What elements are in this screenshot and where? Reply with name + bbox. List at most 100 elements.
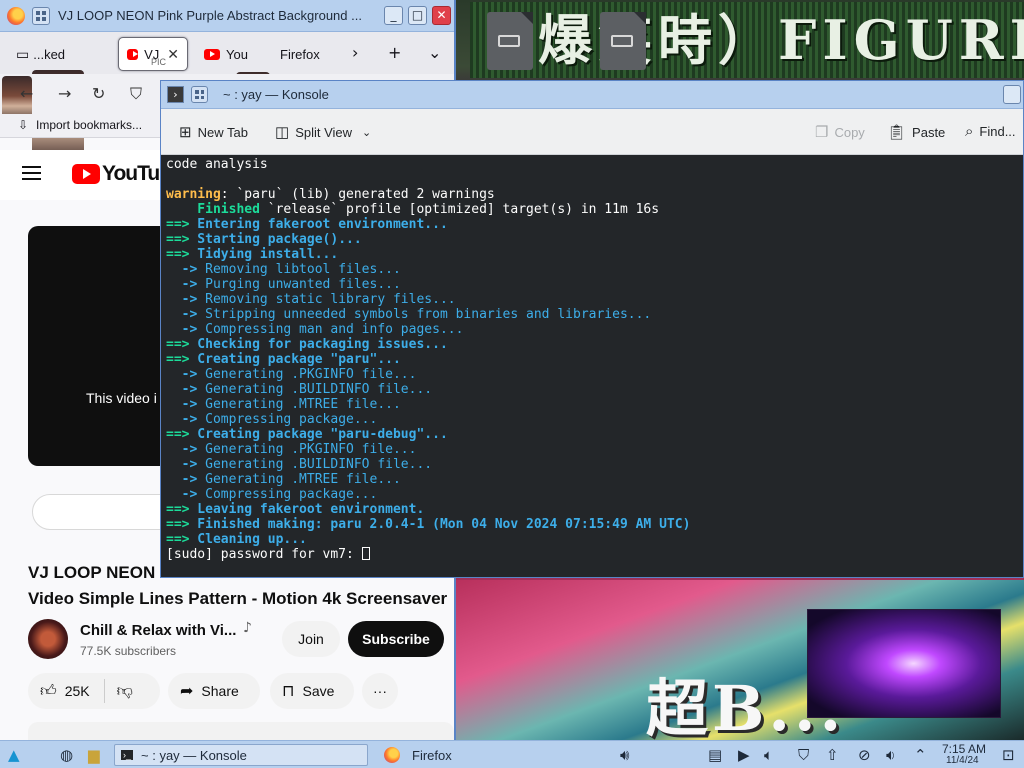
show-desktop-icon[interactable]: ⊡ [1002,746,1015,764]
konsole-toolbar: ⊞ New Tab ◫ Split View ⌄ ❐ Copy 📋︎ Paste… [161,109,1023,155]
text-cursor [361,547,370,560]
join-button[interactable]: Join [282,621,340,657]
save-button[interactable]: ⊓ Save [270,673,354,709]
tab-bar: ▭ ...ked VJ PIC ✕ You Firefox › + ⌄ [0,32,454,168]
taskbar-firefox[interactable]: Firefox [384,744,452,766]
clock-date[interactable]: 11/4/24 [946,755,979,766]
terminal-text: ==> [166,247,190,262]
konsole-app-icon[interactable]: › [167,86,184,103]
maximize-button[interactable]: □ [408,6,427,25]
tab-youtube-active[interactable]: VJ PIC ✕ [118,37,188,71]
audio-playing-icon[interactable]: 🔊︎ [620,746,629,764]
find-button[interactable]: ⌕ Find... [965,123,1016,140]
import-bookmarks-link[interactable]: Import bookmarks... [36,118,142,132]
picture-in-picture-video[interactable] [807,609,1001,718]
window-menu-icon[interactable] [32,6,50,25]
terminal-text: -> [166,472,198,487]
paste-label: Paste [912,124,946,140]
minimize-button[interactable] [1003,85,1021,104]
paste-button[interactable]: 📋︎ Paste [887,123,945,141]
back-icon[interactable]: ← [20,84,33,103]
terminal-line: ==> Leaving fakeroot environment. [166,502,1023,517]
more-actions-button[interactable]: ··· [362,673,398,709]
terminal-text: -> [166,382,198,397]
terminal-prompt[interactable]: [sudo] password for vm7: [166,547,1023,562]
terminal-line: ==> Finished making: paru 2.0.4-1 (Mon 0… [166,517,1023,532]
firefox-titlebar[interactable]: VJ LOOP NEON Pink Purple Abstract Backgr… [0,0,454,32]
shield-icon[interactable]: ⛉ [130,84,142,104]
terminal-text: -> [166,412,198,427]
reload-icon[interactable]: ↻ [92,84,105,103]
window-menu-icon[interactable] [191,86,208,103]
konsole-titlebar[interactable]: › ~ : yay — Konsole [161,81,1023,109]
updates-icon[interactable]: ⇧ [826,746,839,764]
terminal-line: ==> Cleaning up... [166,532,1023,547]
tab-close-icon[interactable]: ✕ [167,46,179,63]
minimize-button[interactable]: _ [384,6,403,25]
konsole-window-title: ~ : yay — Konsole [223,87,329,102]
desktop-file-icon[interactable] [600,12,646,70]
clock-time[interactable]: 7:15 AM [942,742,986,756]
globe-icon[interactable]: ◍ [60,746,73,764]
tab-youtube[interactable]: You [196,37,256,71]
terminal-text: Cleaning up... [189,532,307,547]
close-button[interactable]: ✕ [432,6,451,25]
channel-name[interactable]: Chill & Relax with Vi... [80,622,236,639]
new-tab-button[interactable]: ⊞ New Tab [179,123,248,141]
subscribe-button[interactable]: Subscribe [348,621,444,657]
description-box[interactable] [28,722,454,740]
desktop-video-banner: （爆笑時）FIGURE [470,2,1024,78]
terminal-line: -> Removing static library files... [166,292,1023,307]
terminal-text: Compressing package... [197,412,378,427]
new-tab-icon[interactable]: + [388,43,401,62]
terminal-text: Creating package "paru"... [189,352,401,367]
terminal-output[interactable]: code analysis warning: `paru` (lib) gene… [161,156,1023,577]
paste-icon: 📋︎ [887,124,907,141]
like-count[interactable]: 25K [65,683,90,699]
terminal-line: Finished `release` profile [optimized] t… [166,202,1023,217]
tab-bookmarks[interactable]: ▭ ...ked [8,37,73,71]
more-icon: ··· [373,683,387,699]
terminal-text: -> [166,262,198,277]
tab-firefox[interactable]: Firefox [272,37,328,71]
terminal-line: -> Compressing man and info pages... [166,322,1023,337]
terminal-line: -> Compressing package... [166,487,1023,502]
dislike-icon[interactable]: 👎︎ [117,682,133,701]
clipboard-icon[interactable]: ▤ [708,746,722,764]
like-icon[interactable]: 👍︎ [40,682,57,701]
media-play-icon[interactable]: ▶ [738,746,750,764]
terminal-text: Stripping unneeded symbols from binaries… [197,307,652,322]
terminal-line: -> Generating .BUILDINFO file... [166,382,1023,397]
taskbar-konsole[interactable]: ›_ ~ : yay — Konsole [114,744,368,766]
hamburger-menu-icon[interactable] [22,166,41,180]
channel-avatar[interactable] [28,619,68,659]
tab-label: ...ked [33,46,66,62]
desktop-file-icon[interactable] [487,12,533,70]
terminal-text: ==> [166,232,190,247]
share-button[interactable]: ➦ Share [168,673,260,709]
firefox-window-title: VJ LOOP NEON Pink Purple Abstract Backgr… [58,8,362,23]
terminal-text: ==> [166,517,190,532]
terminal-text: Entering fakeroot environment... [189,217,448,232]
volume-icon[interactable]: 🔈︎ [764,746,773,764]
split-view-button[interactable]: ◫ Split View ⌄ [275,123,371,141]
forward-icon[interactable]: → [58,84,71,103]
bookmark-icon: ⊓ [282,683,295,700]
terminal-text: Checking for packaging issues... [189,337,448,352]
youtube-logo-icon[interactable] [72,164,100,184]
tab-list-icon[interactable]: ⌄ [428,43,441,62]
app-launcher-icon[interactable]: ▲ [8,746,20,764]
shield-icon[interactable]: ⛉ [798,746,809,764]
speaker-icon[interactable]: 🔉︎ [886,746,895,764]
terminal-text: -> [166,487,198,502]
terminal-text: Purging unwanted files... [197,277,401,292]
network-icon[interactable]: ⊘ [858,746,871,764]
tab-scroll-right-icon[interactable]: › [352,43,358,62]
terminal-text: ==> [166,532,190,547]
terminal-line: ==> Creating package "paru-debug"... [166,427,1023,442]
copy-button[interactable]: ❐ Copy [815,123,865,141]
terminal-line: -> Compressing package... [166,412,1023,427]
folder-icon[interactable]: ▆ [88,746,100,764]
tray-expand-icon[interactable]: ⌃ [914,746,927,764]
terminal-text: -> [166,292,198,307]
